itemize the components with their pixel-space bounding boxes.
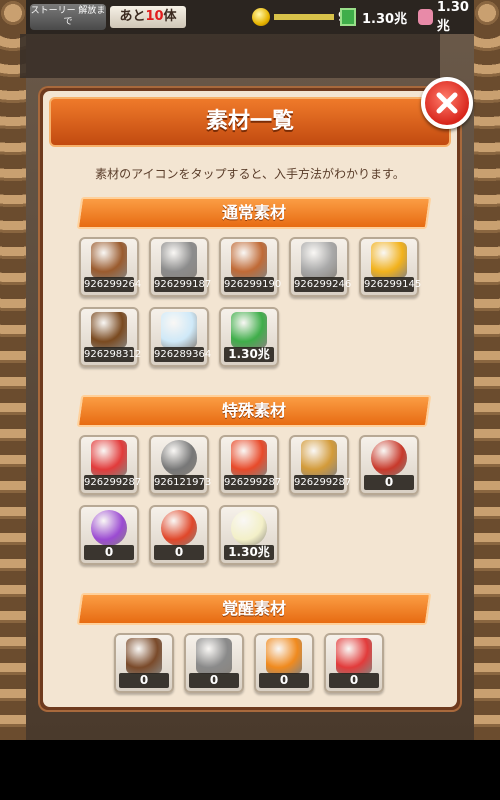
material-item-orb-white[interactable]: 1.30兆 — [219, 505, 279, 565]
section-awaken-label: 覚醒素材 — [221, 599, 286, 618]
item-count: 926298312 — [84, 347, 142, 362]
material-item-orb-red[interactable]: 0 — [149, 505, 209, 565]
material-item-piece-red[interactable]: 0 — [324, 633, 384, 693]
material-item-ticket[interactable]: 926299287 — [79, 435, 142, 495]
remain-prefix: あと — [119, 9, 146, 24]
ring-icon — [161, 440, 197, 476]
item-count: 1.30兆 — [224, 347, 274, 362]
ticket-icon — [91, 440, 127, 476]
material-item-orb-purple[interactable]: 0 — [79, 505, 139, 565]
close-button[interactable] — [421, 77, 473, 129]
material-item-piece-gray[interactable]: 0 — [184, 633, 244, 693]
remaining-counter: あと10体 — [110, 6, 186, 28]
material-item-medal[interactable]: 926299287 — [219, 435, 282, 495]
coin-gauge — [274, 14, 334, 20]
xp-value: 1.30兆 — [362, 11, 408, 27]
material-item-ghost[interactable]: 926289364 — [149, 307, 212, 367]
can-icon — [371, 440, 407, 476]
material-item-key[interactable]: 926299287 — [289, 435, 352, 495]
material-item-piece-brown[interactable]: 0 — [114, 633, 174, 693]
item-count: 926299287 — [84, 475, 142, 490]
bottom-bar — [0, 740, 500, 800]
stone-icon — [161, 242, 197, 278]
coin-icon — [252, 8, 270, 26]
dialog-body: 素材一覧 素材のアイコンをタップすると、入手方法がわかります。 通常素材 特殊素… — [43, 91, 457, 707]
material-item-hourglass[interactable]: 1.30兆 — [219, 307, 279, 367]
right-decor — [474, 0, 500, 740]
wood-icon — [91, 242, 127, 278]
item-count: 0 — [329, 673, 379, 688]
gold-icon — [371, 242, 407, 278]
medal-icon — [231, 440, 267, 476]
section-normal: 通常素材 — [76, 197, 432, 229]
material-item-ring[interactable]: 926121973 — [149, 435, 212, 495]
top-hud: ストーリー 解放まで あと10体 98 1.30兆 1.30兆 — [26, 0, 474, 34]
item-count: 926121973 — [154, 475, 212, 490]
section-special-label: 特殊素材 — [221, 401, 286, 420]
hp-bar-background — [20, 34, 440, 78]
remain-number: 10 — [145, 9, 164, 24]
book-icon — [91, 312, 127, 348]
item-count: 926299187 — [154, 277, 212, 292]
remain-suffix: 体 — [163, 9, 177, 24]
key-icon — [301, 440, 337, 476]
item-count: 0 — [84, 545, 134, 560]
material-item-steel[interactable]: 926299246 — [289, 237, 352, 297]
item-count: 0 — [364, 475, 414, 490]
material-item-book[interactable]: 926298312 — [79, 307, 142, 367]
catfood-stat: 1.30兆 — [418, 0, 474, 34]
item-count: 926299287 — [294, 475, 352, 490]
materials-dialog: 素材一覧 素材のアイコンをタップすると、入手方法がわかります。 通常素材 特殊素… — [38, 86, 462, 712]
section-normal-label: 通常素材 — [221, 203, 286, 222]
piece-gray-icon — [196, 638, 232, 674]
title-bar: 素材一覧 — [49, 97, 451, 147]
piece-orange-icon — [266, 638, 302, 674]
section-special: 特殊素材 — [76, 395, 432, 427]
screen: ストーリー 解放まで あと10体 98 1.30兆 1.30兆 素材一覧 素材の… — [0, 0, 500, 800]
material-item-gold[interactable]: 926299145 — [359, 237, 422, 297]
material-item-stone[interactable]: 926299187 — [149, 237, 212, 297]
item-count: 926289364 — [154, 347, 212, 362]
item-count: 0 — [119, 673, 169, 688]
orb-white-icon — [231, 510, 267, 546]
item-count: 0 — [259, 673, 309, 688]
hint-text: 素材のアイコンをタップすると、入手方法がわかります。 — [95, 167, 405, 181]
item-count: 926299145 — [364, 277, 422, 292]
orb-red-icon — [161, 510, 197, 546]
item-count: 0 — [154, 545, 204, 560]
hourglass-icon — [340, 8, 356, 26]
orb-purple-icon — [91, 510, 127, 546]
item-count: 926299246 — [294, 277, 352, 292]
brick-icon — [231, 242, 267, 278]
steel-icon — [301, 242, 337, 278]
item-count: 0 — [189, 673, 239, 688]
material-item-piece-orange[interactable]: 0 — [254, 633, 314, 693]
item-count: 926299190 — [224, 277, 282, 292]
dialog-title: 素材一覧 — [205, 109, 294, 134]
item-count: 926299264 — [84, 277, 142, 292]
close-icon — [436, 92, 458, 114]
material-item-can[interactable]: 0 — [359, 435, 419, 495]
ghost-icon — [161, 312, 197, 348]
material-item-brick[interactable]: 926299190 — [219, 237, 282, 297]
material-item-wood[interactable]: 926299264 — [79, 237, 142, 297]
catfood-value: 1.30兆 — [436, 0, 469, 34]
piece-red-icon — [336, 638, 372, 674]
catfood-icon — [418, 9, 433, 25]
hourglass-icon — [231, 312, 267, 348]
item-count: 1.30兆 — [224, 545, 274, 560]
story-unlock-badge[interactable]: ストーリー 解放まで — [30, 4, 106, 30]
piece-brown-icon — [126, 638, 162, 674]
item-count: 926299287 — [224, 475, 282, 490]
section-awaken: 覚醒素材 — [76, 593, 432, 625]
left-decor — [0, 0, 26, 740]
xp-stat: 1.30兆 — [340, 6, 407, 28]
